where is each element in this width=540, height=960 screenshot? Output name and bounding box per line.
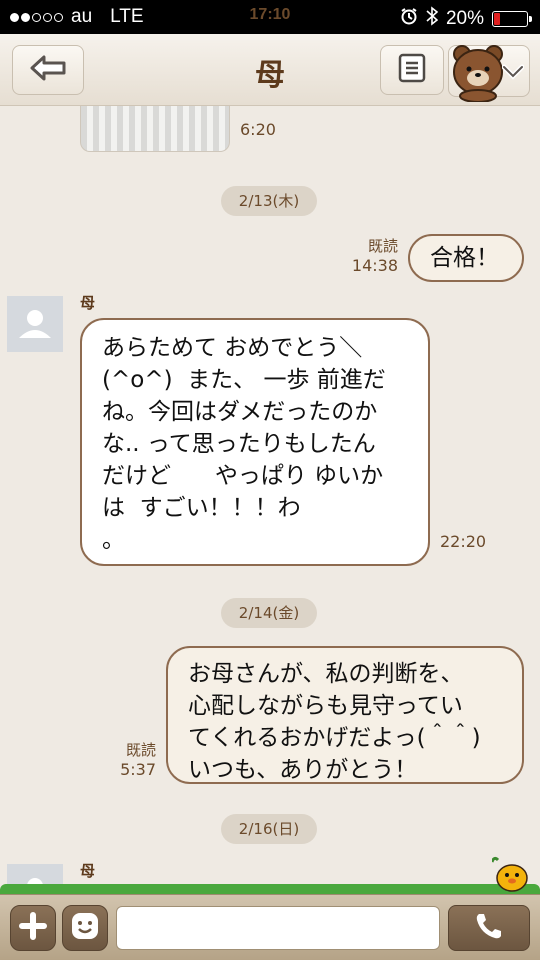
battery-percent: 20%: [445, 8, 484, 29]
bear-character-icon: [448, 42, 508, 106]
plus-icon: [19, 912, 47, 944]
date-separator: 2/14(金): [221, 598, 317, 628]
input-bar: [0, 894, 540, 960]
smiley-icon: [70, 911, 100, 945]
message-time: 6:20: [240, 120, 276, 139]
message-bubble-sent[interactable]: お母さんが、私の判断を、 心配しながらも見守ってい てくれるおかげだよっ(＾＾)…: [166, 646, 524, 784]
chat-header: 母: [0, 34, 540, 106]
sender-name: 母: [80, 294, 96, 312]
alarm-icon: [400, 7, 418, 31]
read-receipt: 既読 14:38: [351, 237, 398, 275]
sender-name: 母: [80, 862, 96, 880]
message-input[interactable]: [116, 906, 440, 950]
battery-icon: [492, 11, 532, 27]
date-separator: 2/13(木): [221, 186, 317, 216]
sticker-toggle-button[interactable]: [448, 42, 530, 103]
add-button[interactable]: [10, 905, 56, 951]
chick-character-icon: [490, 856, 532, 896]
avatar[interactable]: [7, 296, 63, 352]
message-bubble-received[interactable]: あらためて おめでとう＼ (^o^) また、 一歩 前進だ ね。今回はダメだった…: [80, 318, 430, 566]
date-separator: 2/16(日): [221, 814, 317, 844]
list-menu-icon: [397, 53, 427, 87]
call-button[interactable]: [448, 905, 530, 951]
message-bubble-sent[interactable]: 合格！: [408, 234, 524, 282]
chevron-down-icon: [501, 64, 525, 84]
bluetooth-icon: [426, 6, 439, 32]
photo-message-thumbnail[interactable]: [80, 106, 230, 152]
emoticon-button[interactable]: [62, 905, 108, 951]
chat-area[interactable]: 6:20 2/13(木) 既読 14:38 合格！ 母 あらためて おめでとう＼…: [0, 106, 540, 894]
menu-button[interactable]: [380, 45, 444, 95]
message-time: 22:20: [440, 532, 487, 551]
status-bar: au LTE 17:10 20%: [0, 0, 540, 34]
phone-icon: [473, 910, 505, 946]
read-receipt: 既読 5:37: [120, 741, 156, 779]
